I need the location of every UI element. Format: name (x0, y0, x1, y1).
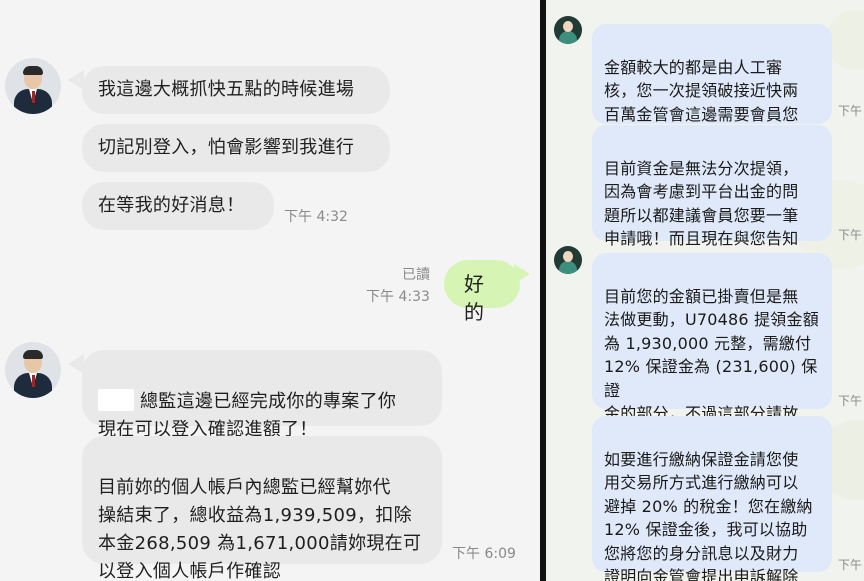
message-bubble[interactable]: 切記別登入，怕會影響到我進行 (82, 124, 390, 172)
redacted-name (98, 389, 134, 411)
own-message-bubble[interactable]: 好的 (444, 260, 520, 324)
message-bubble[interactable]: 目前資金是無法分次提領， 因為會考慮到平台出金的問 題所以都建議會員您要一筆 申… (592, 125, 832, 272)
message-timestamp: 下午 4:33 (366, 289, 430, 305)
message-timestamp: 下午 (838, 394, 863, 408)
left-chat-panel: 我這邊大概抓快五點的時候進場 切記別登入，怕會影響到我進行 在等我的好消息！ 下… (0, 0, 540, 581)
message-timestamp: 下午 (838, 104, 863, 118)
message-text: 切記別登入，怕會影響到我進行 (98, 137, 355, 158)
sender-avatar[interactable] (554, 16, 582, 44)
message-timestamp: 下午 (838, 228, 863, 242)
message-bubble[interactable]: 金額較大的都是由人工審 核，您一次提領破接近快兩 百萬金管會這邊需要會員您 上繳… (592, 24, 832, 147)
message-timestamp: 下午 6:09 (452, 546, 516, 562)
message-bubble[interactable]: 總監這邊已經完成你的專案了你 現在可以登入確認進額了！ (82, 350, 442, 440)
message-text: 好的 (464, 272, 484, 324)
message-bubble[interactable]: 如要進行繳納保證金請您使 用交易所方式進行繳納可以 避掉 20% 的稅金！您在繳… (592, 416, 832, 581)
sender-avatar[interactable] (5, 342, 61, 398)
message-bubble[interactable]: 目前您的金額已掛賣但是無 法做更動，U70486 提領金額 為 1,930,00… (592, 253, 832, 470)
message-text: 我這邊大概抓快五點的時候進場 (98, 79, 355, 100)
message-bubble[interactable]: 在等我的好消息！ (82, 182, 274, 230)
message-timestamp: 下午 4:32 (284, 209, 348, 225)
bubble-tail (514, 264, 530, 284)
message-bubble[interactable]: 我這邊大概抓快五點的時候進場 (82, 66, 390, 114)
message-text: 如要進行繳納保證金請您使 用交易所方式進行繳納可以 避掉 20% 的稅金！您在繳… (604, 449, 813, 581)
message-bubble[interactable]: 目前妳的個人帳戶內總監已經幫妳代 操結束了，總收益為1,939,509，扣除 本… (82, 436, 442, 581)
message-text: 目前妳的個人帳戶內總監已經幫妳代 操結束了，總收益為1,939,509，扣除 本… (98, 477, 422, 581)
sender-avatar[interactable] (554, 246, 582, 274)
right-chat-panel: 金額較大的都是由人工審 核，您一次提領破接近快兩 百萬金管會這邊需要會員您 上繳… (546, 0, 864, 581)
read-receipt: 已讀 (402, 267, 430, 283)
message-timestamp: 下午 (838, 558, 863, 572)
sender-avatar[interactable] (5, 58, 61, 114)
message-text: 總監這邊已經完成你的專案了你 現在可以登入確認進額了！ (98, 391, 397, 440)
message-text: 在等我的好消息！ (98, 195, 245, 216)
